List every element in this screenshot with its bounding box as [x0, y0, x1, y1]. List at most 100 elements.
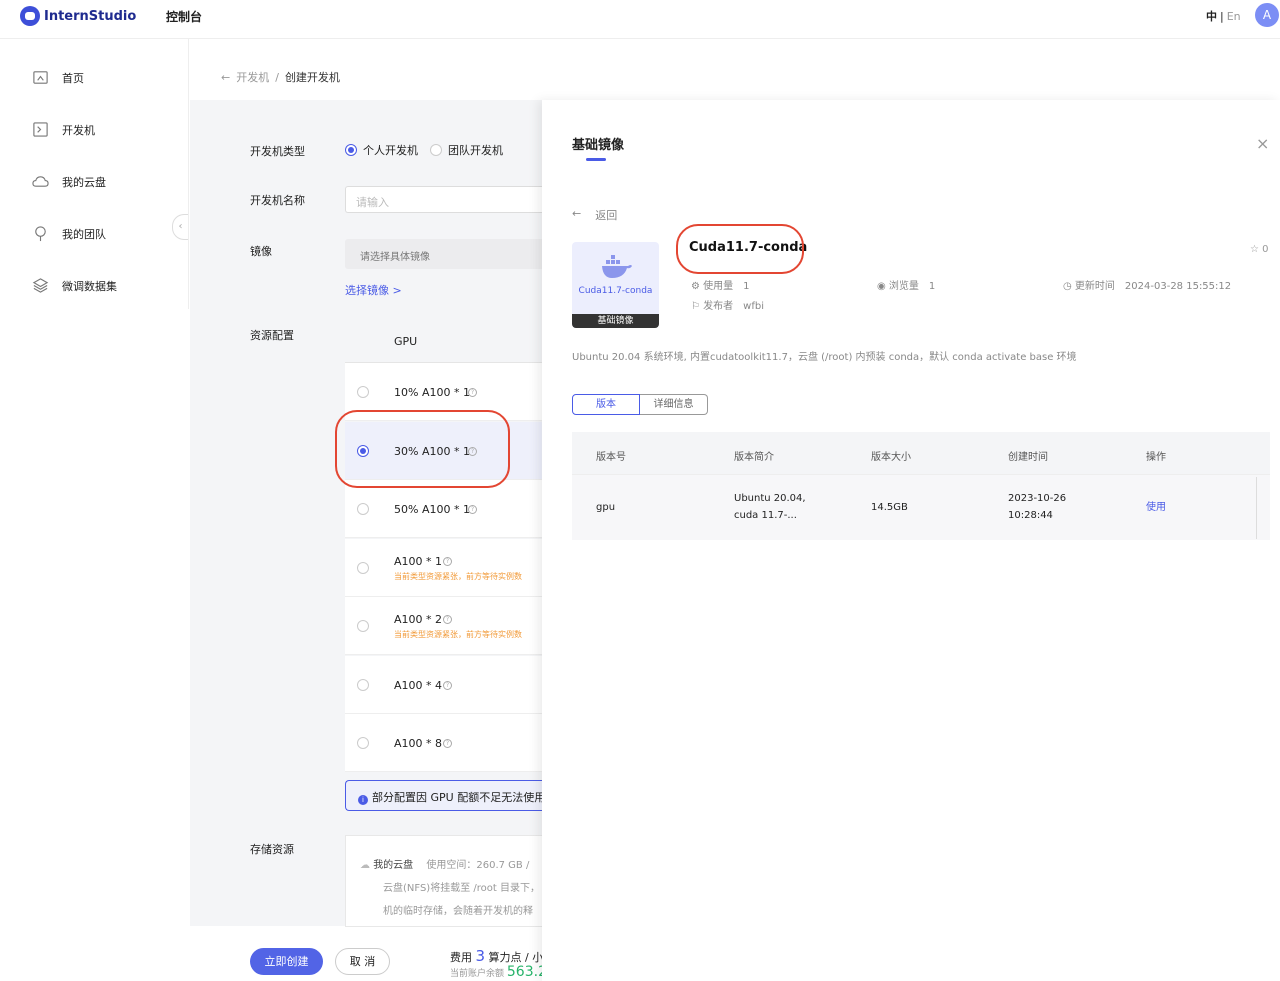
- sidebar-item-label: 我的云盘: [62, 175, 106, 189]
- tab-detail[interactable]: 详细信息: [640, 394, 708, 415]
- docker-icon: [602, 255, 632, 278]
- back-arrow-icon: ←: [572, 207, 582, 220]
- sidebar-item-home[interactable]: 首页: [32, 69, 84, 86]
- breadcrumb-current: 创建开发机: [284, 71, 340, 84]
- storage-title: 我的云盘: [373, 860, 414, 871]
- sidebar-item-dataset[interactable]: 微调数据集: [32, 277, 117, 294]
- fee-display: 费用 3 算力点 / 小时: [450, 947, 542, 965]
- help-icon[interactable]: ?: [468, 388, 477, 397]
- thumbnail-badge: 基础镜像: [572, 314, 659, 328]
- base-image-drawer: 基础镜像 × ← 返回 Cuda11.7-conda 基础镜像 Cuda11.7…: [542, 100, 1280, 981]
- console-nav[interactable]: 控制台: [166, 8, 202, 25]
- back-link[interactable]: ← 返回: [572, 207, 617, 223]
- resource-label: 资源配置: [250, 329, 294, 342]
- drawer-tabs: 版本 详细信息: [572, 394, 708, 415]
- back-arrow-icon[interactable]: ←: [221, 71, 230, 84]
- gpu-option-row[interactable]: A100 * 4?: [345, 655, 542, 714]
- image-thumbnail: Cuda11.7-conda 基础镜像: [572, 242, 659, 328]
- size-cell: 14.5GB: [871, 502, 908, 513]
- drawer-title: 基础镜像: [572, 138, 625, 153]
- highlight-ring-title: [676, 224, 804, 274]
- layers-icon: [32, 278, 49, 293]
- gpu-option-row[interactable]: 50% A100 * 1?: [345, 480, 542, 538]
- gpu-option-label: A100 * 1: [394, 554, 443, 568]
- breadcrumb-parent[interactable]: 开发机: [236, 69, 269, 85]
- user-avatar[interactable]: A: [1255, 3, 1279, 27]
- column-header: 版本简介: [734, 452, 774, 463]
- updated-meta: ◷ 更新时间 2024-03-28 15:55:12: [1063, 281, 1232, 292]
- help-icon[interactable]: ?: [468, 505, 477, 514]
- gpu-table-header: GPU: [345, 320, 542, 363]
- sidebar: 首页 开发机 我的云盘 我的团队 微调数据集 ‹: [0, 39, 189, 309]
- radio-unchecked[interactable]: [357, 503, 369, 515]
- sidebar-item-team[interactable]: 我的团队: [32, 225, 106, 242]
- balance-value: 563.2: [506, 964, 542, 980]
- terminal-icon: [33, 122, 48, 137]
- type-team-option[interactable]: 团队开发机: [430, 142, 503, 158]
- version-table: 版本号 版本简介 版本大小 创建时间 操作 gpu Ubuntu 20.04, …: [572, 432, 1270, 540]
- mirror-label: 镜像: [250, 245, 272, 258]
- app-logo[interactable]: InternStudio: [20, 6, 136, 26]
- radio-checked[interactable]: [345, 144, 357, 156]
- mirror-select[interactable]: 请选择具体镜像: [345, 239, 542, 269]
- gpu-option-row[interactable]: A100 * 8?: [345, 714, 542, 772]
- top-bar: InternStudio 控制台 中 | En A: [0, 0, 1280, 39]
- created-cell: 2023-10-26 10:28:44: [1008, 493, 1067, 521]
- help-icon[interactable]: ?: [443, 615, 452, 624]
- create-button[interactable]: 立即创建: [250, 948, 323, 975]
- table-scrollbar[interactable]: [1256, 477, 1257, 539]
- lang-zh[interactable]: 中: [1206, 10, 1217, 23]
- views-meta: ◉ 浏览量 1: [877, 281, 936, 292]
- app-name: InternStudio: [44, 8, 137, 24]
- radio-unchecked[interactable]: [357, 561, 369, 574]
- fee-value: 3: [475, 947, 486, 965]
- star-button[interactable]: ☆ 0: [1250, 244, 1269, 255]
- radio-unchecked[interactable]: [430, 144, 442, 156]
- version-table-header: 版本号 版本简介 版本大小 创建时间 操作: [572, 432, 1270, 475]
- balance-display: 当前账户余额 563.2: [450, 964, 542, 980]
- help-icon[interactable]: ?: [443, 680, 452, 690]
- name-label: 开发机名称: [250, 194, 305, 207]
- language-switch[interactable]: 中 | En: [1206, 8, 1241, 24]
- use-button[interactable]: 使用: [1146, 499, 1166, 516]
- column-header: 创建时间: [1008, 452, 1048, 463]
- publisher-meta: ⚐ 发布者 wfbi: [691, 301, 764, 312]
- sidebar-item-cloud[interactable]: 我的云盘: [32, 173, 106, 190]
- thumbnail-name: Cuda11.7-conda: [578, 286, 653, 296]
- cloud-storage-icon: ☁: [360, 860, 370, 871]
- radio-unchecked[interactable]: [357, 620, 369, 632]
- gpu-warning-text: 当前类型资源紧张，前方等待实例数: [394, 571, 522, 581]
- radio-unchecked[interactable]: [357, 386, 369, 398]
- gpu-option-label: A100 * 2: [394, 613, 443, 626]
- lang-en[interactable]: En: [1227, 10, 1241, 23]
- name-input[interactable]: 请输入: [345, 186, 542, 213]
- tab-version[interactable]: 版本: [572, 394, 640, 415]
- gpu-option-row[interactable]: A100 * 2? 当前类型资源紧张，前方等待实例数: [345, 597, 542, 655]
- sidebar-item-devmachine[interactable]: 开发机: [32, 121, 95, 138]
- highlight-ring-gpu: [335, 410, 510, 488]
- column-header: 版本大小: [871, 452, 911, 463]
- radio-unchecked[interactable]: [357, 678, 369, 691]
- usage-meta: ⚙ 使用量 1: [691, 281, 750, 292]
- gpu-option-label: 50% A100 * 1: [394, 503, 470, 516]
- cancel-button[interactable]: 取 消: [335, 948, 390, 975]
- usage-icon: ⚙: [691, 281, 700, 292]
- type-label: 开发机类型: [250, 145, 305, 158]
- help-icon[interactable]: ?: [443, 739, 452, 748]
- storage-label: 存储资源: [250, 843, 294, 856]
- storage-box: ☁ 我的云盘 使用空间：260.7 GB / 云盘(NFS)将挂载至 /root…: [345, 835, 542, 927]
- close-icon[interactable]: ×: [1256, 134, 1269, 153]
- storage-desc-2: 机的临时存储，会随着开发机的释: [383, 906, 533, 917]
- gpu-warning-text: 当前类型资源紧张，前方等待实例数: [394, 630, 522, 639]
- sidebar-item-label: 首页: [62, 71, 84, 85]
- sidebar-item-label: 开发机: [62, 123, 95, 137]
- cloud-icon: [32, 176, 49, 187]
- help-icon[interactable]: ?: [443, 556, 452, 566]
- drawer-title-underline: [586, 158, 606, 161]
- gpu-option-row[interactable]: A100 * 1? 当前类型资源紧张，前方等待实例数: [345, 538, 542, 597]
- select-mirror-link[interactable]: 选择镜像 >: [345, 282, 402, 298]
- image-description: Ubuntu 20.04 系统环境, 内置cudatoolkit11.7，云盘 …: [572, 352, 1077, 363]
- sidebar-collapse-button[interactable]: ‹: [172, 214, 188, 240]
- radio-unchecked[interactable]: [357, 737, 369, 749]
- type-personal-option[interactable]: 个人开发机: [345, 142, 418, 158]
